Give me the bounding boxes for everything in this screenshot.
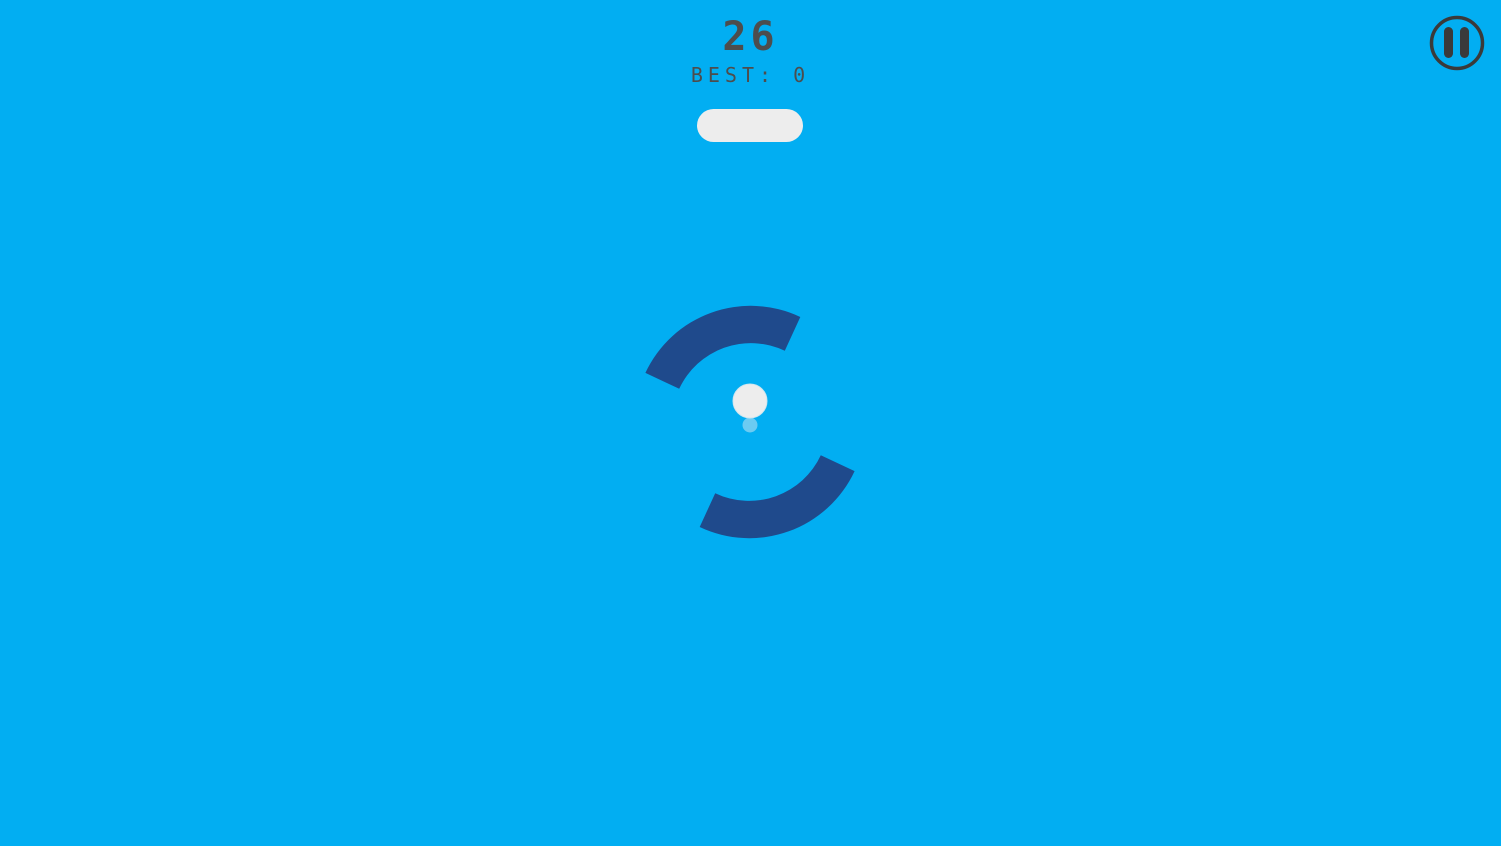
play-area [645, 305, 855, 539]
ring-segment-lower [699, 455, 855, 539]
ring-segment-upper [645, 305, 801, 389]
game-screen[interactable]: 26 BEST: 0 [0, 0, 1501, 846]
player-ball [732, 383, 768, 419]
trail-dot [742, 417, 758, 433]
